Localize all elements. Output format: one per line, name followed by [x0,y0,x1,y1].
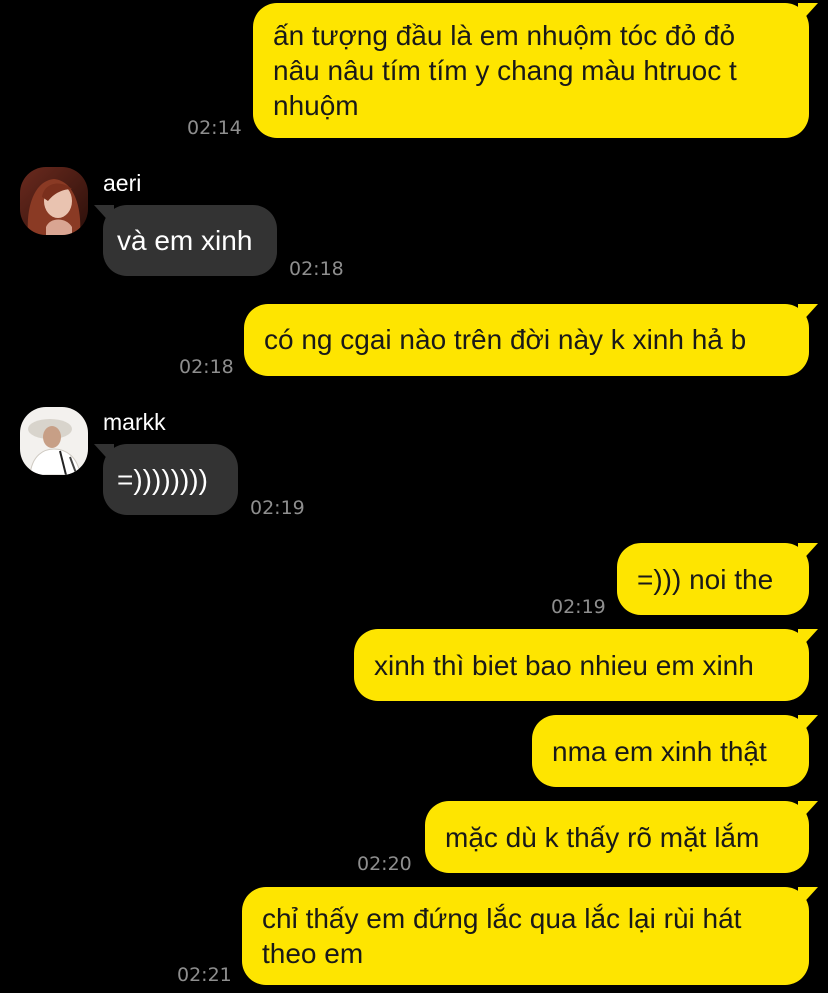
aeri-avatar[interactable] [20,167,88,235]
sender-name: aeri [103,170,142,196]
message-timestamp: 02:21 [177,964,232,986]
message-bubble-outgoing[interactable]: nma em xinh thật [532,715,818,787]
profile-photo-icon [20,167,88,235]
message-timestamp: 02:14 [187,117,242,139]
message-bubble-outgoing[interactable]: chỉ thấy em đứng lắc qua lắc lại rùi hát… [242,887,818,985]
markk-avatar[interactable] [20,407,88,475]
message-timestamp: 02:19 [551,596,606,618]
message-timestamp: 02:18 [289,258,344,280]
message-timestamp: 02:19 [250,497,305,519]
message-timestamp: 02:18 [179,356,234,378]
sender-name: markk [103,409,166,435]
message-bubble-outgoing[interactable]: mặc dù k thấy rõ mặt lắm [425,801,818,873]
message-timestamp: 02:20 [357,853,412,875]
message-bubble-outgoing[interactable]: xinh thì biet bao nhieu em xinh [354,629,818,701]
message-bubble-incoming[interactable]: =)))))))) [94,444,238,515]
message-bubble-incoming[interactable]: và em xinh [94,205,277,276]
message-bubble-outgoing[interactable]: ấn tượng đầu là em nhuộm tóc đỏ đỏ nâu n… [253,3,818,138]
message-bubble-outgoing[interactable]: có ng cgai nào trên đời này k xinh hả b [244,304,818,376]
profile-photo-icon [20,407,88,475]
chat-message-list[interactable]: ấn tượng đầu là em nhuộm tóc đỏ đỏ nâu n… [0,0,828,993]
message-bubble-outgoing[interactable]: =))) noi the [617,543,818,615]
